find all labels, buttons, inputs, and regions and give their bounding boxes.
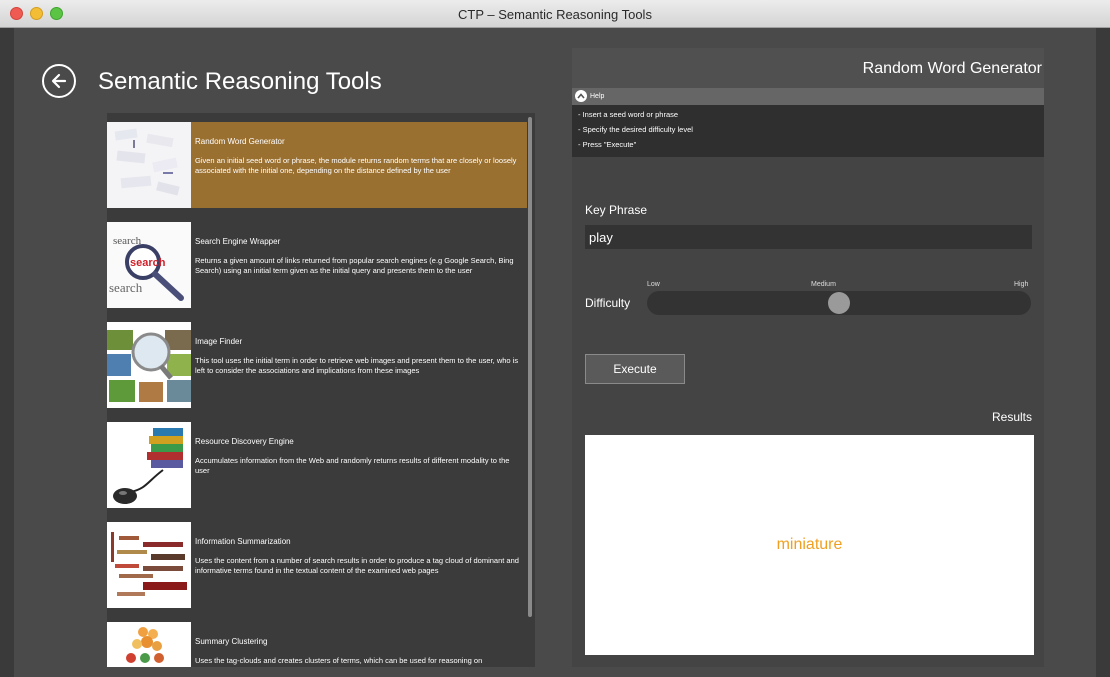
back-button[interactable] (42, 64, 76, 98)
help-toggle[interactable]: Help (575, 90, 604, 102)
help-line: - Press "Execute" (578, 140, 637, 149)
difficulty-low-label: Low (647, 281, 660, 288)
tool-item-summary-clustering[interactable]: Summary Clustering Uses the tag-clouds a… (107, 622, 527, 667)
key-phrase-label: Key Phrase (585, 203, 648, 217)
tool-item-image-finder[interactable]: Image Finder This tool uses the initial … (107, 322, 527, 408)
tool-name: Search Engine Wrapper (195, 237, 281, 246)
page-title: Semantic Reasoning Tools (98, 68, 382, 95)
search-magnifier-thumbnail: search search search (107, 222, 191, 308)
tool-description: Given an initial seed word or phrase, th… (195, 156, 517, 175)
tool-name: Summary Clustering (195, 637, 268, 646)
svg-text:search: search (130, 257, 166, 269)
tool-item-random-word-generator[interactable]: Random Word Generator Given an initial s… (107, 122, 527, 208)
results-label: Results (991, 410, 1032, 424)
tool-item-information-summarization[interactable]: Information Summarization Uses the conte… (107, 522, 527, 608)
tool-description: Returns a given amount of links returned… (195, 256, 514, 275)
arrow-left-icon (51, 73, 67, 89)
tool-list: Random Word Generator Given an initial s… (107, 113, 535, 667)
difficulty-slider-thumb[interactable] (828, 292, 850, 314)
tool-name: Image Finder (195, 337, 243, 346)
panel-header: Random Word Generator (572, 48, 1044, 88)
tool-name: Resource Discovery Engine (195, 437, 294, 446)
difficulty-medium-label: Medium (811, 281, 836, 288)
execute-button[interactable]: Execute (585, 354, 685, 384)
tool-list-scrollbar[interactable] (528, 117, 532, 617)
key-phrase-input[interactable] (585, 225, 1032, 249)
svg-text:search: search (109, 280, 143, 295)
image-collage-thumbnail (107, 322, 191, 408)
window-title: CTP – Semantic Reasoning Tools (458, 7, 652, 22)
result-word: miniature (776, 536, 843, 553)
tool-description: This tool uses the initial term in order… (195, 356, 519, 375)
tool-name: Information Summarization (195, 537, 291, 546)
tool-description: Accumulates information from the Web and… (195, 456, 510, 475)
difficulty-high-label: High (1014, 281, 1029, 288)
cluster-thumbnail (107, 622, 191, 667)
tool-item-resource-discovery-engine[interactable]: Resource Discovery Engine Accumulates in… (107, 422, 527, 508)
word-cloud-thumbnail (107, 122, 191, 208)
tool-name: Random Word Generator (195, 137, 285, 146)
help-body: - Insert a seed word or phrase - Specify… (572, 105, 1044, 157)
help-label: Help (590, 92, 605, 100)
tool-panel: Random Word Generator Help - Insert a se… (572, 48, 1044, 667)
chevron-up-icon (575, 90, 587, 102)
tag-cloud-thumbnail (107, 522, 191, 608)
help-bar: Help (572, 88, 1044, 105)
tool-description: Uses the tag-clouds and creates clusters… (195, 656, 483, 665)
window-titlebar: CTP – Semantic Reasoning Tools (0, 0, 1110, 28)
panel-title: Random Word Generator (862, 60, 1042, 77)
books-mouse-thumbnail (107, 422, 191, 508)
tool-description: Uses the content from a number of search… (195, 556, 519, 575)
app-area: Semantic Reasoning Tools Random Word Gen… (14, 28, 1096, 677)
help-line: - Insert a seed word or phrase (578, 110, 679, 119)
tool-item-search-engine-wrapper[interactable]: search search search Search Engine Wrapp… (107, 222, 527, 308)
difficulty-slider[interactable] (647, 291, 1031, 315)
results-box: miniature (585, 435, 1034, 655)
difficulty-label: Difficulty (585, 296, 631, 310)
help-line: - Specify the desired difficulty level (578, 125, 693, 134)
